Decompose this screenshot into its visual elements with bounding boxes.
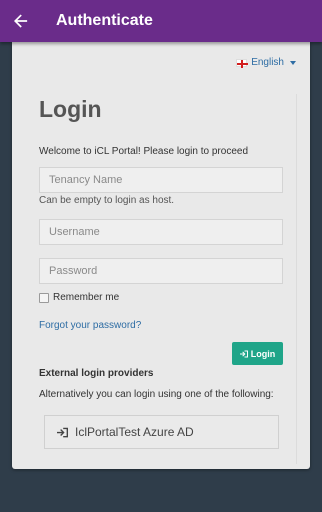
- azure-ad-label: IclPortalTest Azure AD: [75, 425, 194, 439]
- remember-me-checkbox[interactable]: [39, 292, 49, 303]
- app-bar: Authenticate: [0, 0, 322, 42]
- arrow-left-icon: [14, 14, 28, 28]
- england-flag-icon: [236, 58, 249, 68]
- caret-down-icon: [290, 60, 296, 65]
- remember-me: Remember me: [39, 292, 119, 303]
- language-label: English: [251, 57, 284, 68]
- sign-in-icon: [239, 350, 248, 357]
- external-providers-title: External login providers: [39, 368, 154, 379]
- login-button-label: Login: [250, 348, 276, 359]
- language-selector[interactable]: English: [236, 57, 296, 68]
- login-button[interactable]: Login: [232, 342, 283, 365]
- remember-me-label: Remember me: [53, 292, 120, 303]
- tenancy-name-input[interactable]: [39, 167, 283, 193]
- sign-in-icon: [57, 427, 68, 437]
- username-input[interactable]: [39, 219, 283, 245]
- azure-ad-login-button[interactable]: IclPortalTest Azure AD: [44, 415, 279, 449]
- app-title: Authenticate: [56, 12, 153, 29]
- auth-card: English Login Welcome to iCL Portal! Ple…: [12, 42, 310, 469]
- external-providers-description: Alternatively you can login using one of…: [39, 389, 274, 400]
- welcome-text: Welcome to iCL Portal! Please login to p…: [39, 146, 248, 157]
- tenancy-help-text: Can be empty to login as host.: [39, 195, 175, 206]
- forgot-password-link[interactable]: Forgot your password?: [39, 320, 141, 331]
- back-button[interactable]: [0, 0, 42, 42]
- password-input[interactable]: [39, 258, 283, 284]
- page-title: Login: [39, 96, 102, 122]
- login-panel: Login Welcome to iCL Portal! Please logi…: [27, 94, 297, 464]
